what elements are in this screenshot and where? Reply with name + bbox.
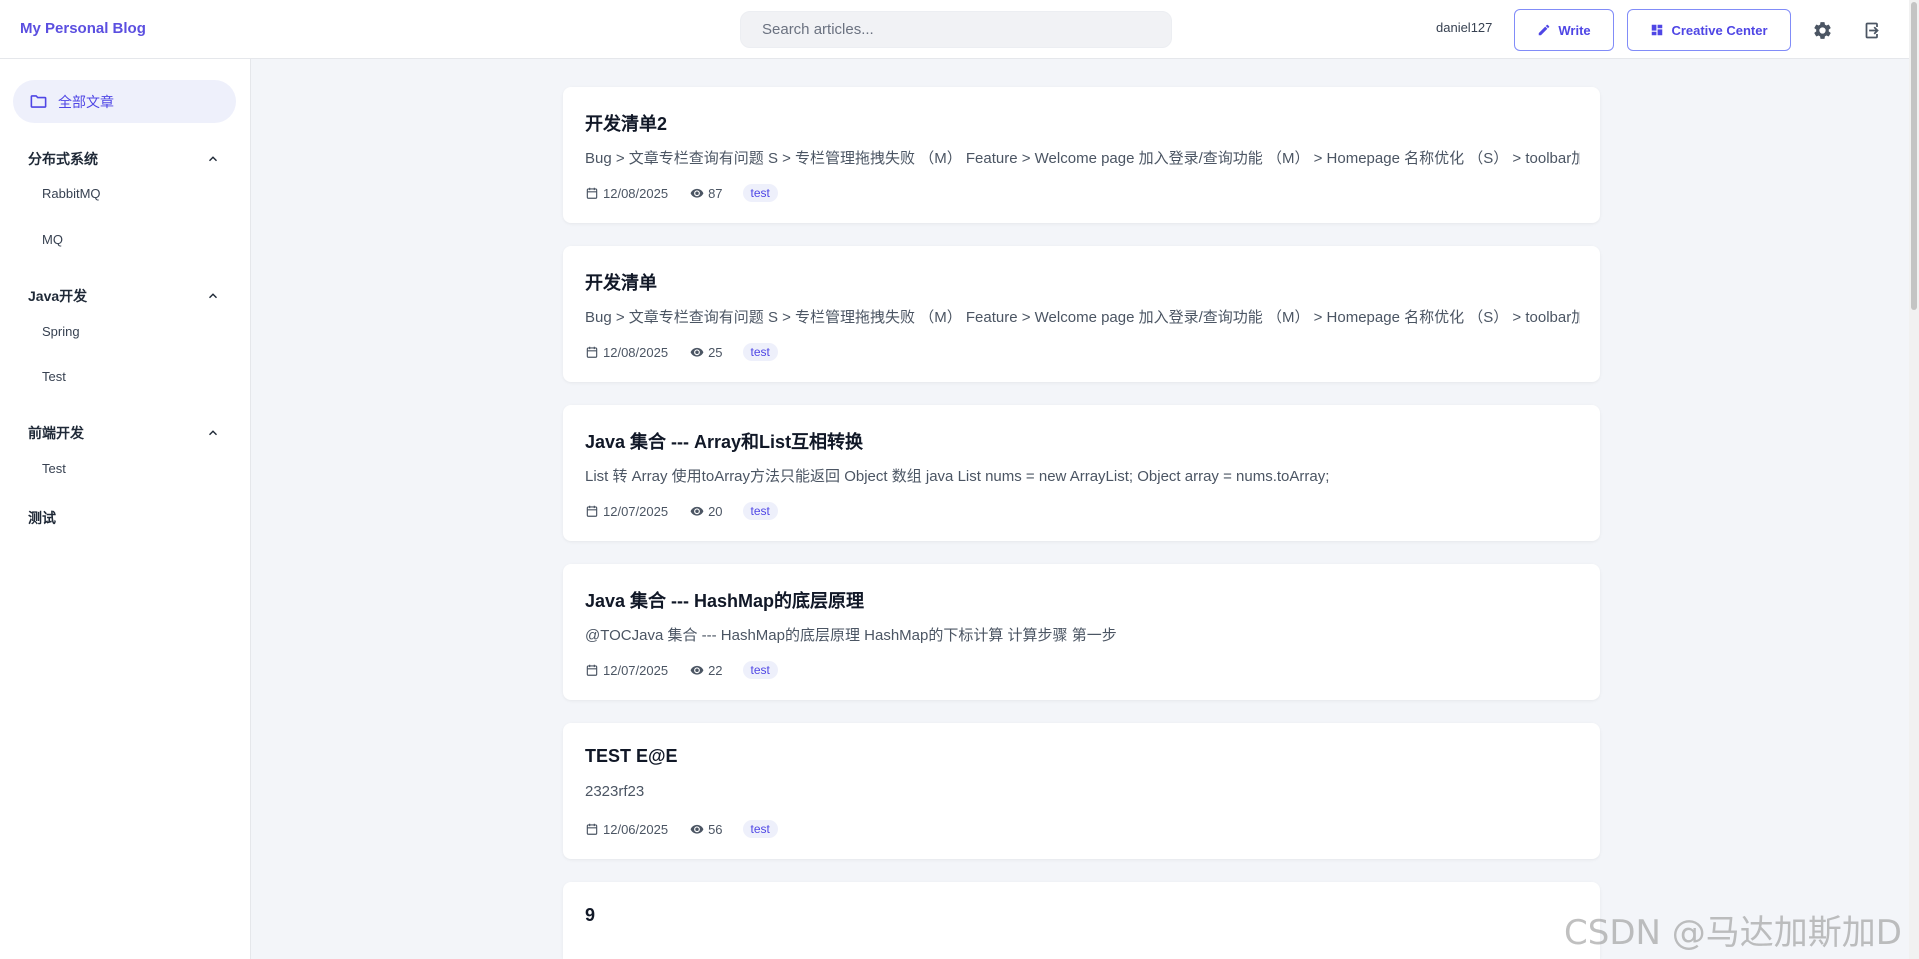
- article-tag[interactable]: test: [742, 343, 778, 361]
- article-views: 22: [690, 662, 723, 678]
- sidebar-item-ceshi[interactable]: 测试: [28, 508, 56, 528]
- eye-icon: [690, 824, 704, 834]
- calendar-icon: [586, 346, 598, 358]
- article-card[interactable]: TEST E@E 2323rf23 12/06/2025 56 test: [563, 723, 1600, 859]
- article-card[interactable]: Java 集合 --- HashMap的底层原理 @TOCJava 集合 ---…: [563, 564, 1600, 700]
- calendar-icon: [586, 187, 598, 199]
- creative-center-button[interactable]: Creative Center: [1627, 9, 1791, 51]
- dashboard-icon: [1652, 24, 1663, 36]
- calendar-icon: [586, 505, 598, 517]
- article-summary: 2323rf23: [585, 783, 645, 800]
- article-views-count: 25: [708, 344, 723, 360]
- article-date-text: 12/08/2025: [603, 185, 669, 201]
- top-header: My Personal Blog daniel127 Write Creativ…: [0, 0, 1909, 59]
- article-meta: 12/08/2025 25 test: [585, 342, 778, 362]
- article-tag[interactable]: test: [742, 820, 778, 838]
- article-views-count: 87: [708, 185, 723, 201]
- write-label: Write: [1558, 22, 1591, 38]
- article-card[interactable]: 开发清单 Bug > 文章专栏查询有问题 S > 专栏管理拖拽失败 （M） Fe…: [563, 246, 1600, 382]
- sidebar-category-frontend[interactable]: 前端开发: [28, 422, 220, 444]
- calendar-icon: [586, 823, 598, 835]
- gear-icon: [1813, 21, 1831, 39]
- article-title[interactable]: Java 集合 --- Array和List互相转换: [585, 428, 863, 454]
- chevron-up-icon: [209, 293, 217, 299]
- article-title[interactable]: TEST E@E: [585, 746, 678, 767]
- article-date-text: 12/08/2025: [603, 344, 669, 360]
- sidebar-category-label: Java开发: [28, 288, 88, 304]
- article-date: 12/08/2025: [585, 186, 668, 201]
- article-summary: @TOCJava 集合 --- HashMap的底层原理 HashMap的下标计…: [585, 627, 1117, 644]
- sidebar-item-test[interactable]: Test: [42, 369, 66, 384]
- article-date-text: 12/06/2025: [603, 821, 669, 837]
- watermark: CSDN @马达加斯加D: [1564, 913, 1902, 953]
- logout-button[interactable]: [1861, 18, 1885, 42]
- scrollbar-thumb[interactable]: [1911, 2, 1917, 310]
- eye-icon: [690, 506, 704, 516]
- article-meta: 12/06/2025 56 test: [585, 819, 778, 839]
- eye-icon: [690, 188, 704, 198]
- article-meta: 12/08/2025 87 test: [585, 183, 778, 203]
- article-card[interactable]: 9: [563, 882, 1600, 959]
- pencil-icon: [1539, 24, 1550, 36]
- sidebar: 全部文章 分布式系统 RabbitMQ MQ Java开发 Spring Tes…: [0, 59, 251, 959]
- article-views: 56: [690, 821, 723, 837]
- article-title[interactable]: Java 集合 --- HashMap的底层原理: [585, 587, 864, 613]
- article-views-count: 56: [708, 821, 723, 837]
- sidebar-item-all-articles[interactable]: 全部文章: [13, 80, 236, 123]
- article-views-count: 22: [708, 662, 723, 678]
- chevron-up-icon: [209, 430, 217, 436]
- article-title[interactable]: 开发清单: [585, 269, 657, 295]
- folder-icon: [30, 95, 47, 108]
- chevron-up-icon: [209, 156, 217, 162]
- article-date: 12/07/2025: [585, 504, 668, 519]
- sidebar-category-label: 前端开发: [28, 425, 84, 441]
- article-summary: List 转 Array 使用toArray方法只能返回 Object 数组 j…: [585, 468, 1330, 485]
- article-views: 20: [690, 503, 723, 519]
- article-views: 25: [690, 344, 723, 360]
- article-card[interactable]: Java 集合 --- Array和List互相转换 List 转 Array …: [563, 405, 1600, 541]
- eye-icon: [690, 665, 704, 675]
- sidebar-item-rabbitmq[interactable]: RabbitMQ: [42, 186, 101, 201]
- article-tag[interactable]: test: [742, 661, 778, 679]
- sidebar-item-label: 全部文章: [58, 93, 114, 110]
- article-title[interactable]: 开发清单2: [585, 110, 667, 136]
- search-input[interactable]: [740, 11, 1172, 48]
- eye-icon: [690, 347, 704, 357]
- settings-button[interactable]: [1810, 18, 1834, 42]
- write-button[interactable]: Write: [1514, 9, 1614, 51]
- logout-icon: [1865, 22, 1879, 38]
- calendar-icon: [586, 664, 598, 676]
- article-tag[interactable]: test: [742, 184, 778, 202]
- article-card[interactable]: 开发清单2 Bug > 文章专栏查询有问题 S > 专栏管理拖拽失败 （M） F…: [563, 87, 1600, 223]
- article-summary: Bug > 文章专栏查询有问题 S > 专栏管理拖拽失败 （M） Feature…: [585, 150, 1580, 167]
- sidebar-item-mq[interactable]: MQ: [42, 232, 63, 247]
- article-date: 12/06/2025: [585, 822, 668, 837]
- username: daniel127: [1436, 20, 1493, 35]
- article-summary: Bug > 文章专栏查询有问题 S > 专栏管理拖拽失败 （M） Feature…: [585, 309, 1580, 326]
- sidebar-category-distributed[interactable]: 分布式系统: [28, 148, 220, 170]
- article-views-count: 20: [708, 503, 723, 519]
- blog-brand[interactable]: My Personal Blog: [20, 20, 146, 37]
- article-meta: 12/07/2025 20 test: [585, 501, 778, 521]
- article-date: 12/08/2025: [585, 345, 668, 360]
- article-title[interactable]: 9: [585, 905, 595, 926]
- sidebar-category-label: 分布式系统: [28, 151, 98, 167]
- article-date-text: 12/07/2025: [603, 503, 669, 519]
- sidebar-item-spring[interactable]: Spring: [42, 324, 80, 339]
- page-scrollbar[interactable]: [1909, 0, 1919, 959]
- article-date-text: 12/07/2025: [603, 662, 669, 678]
- article-meta: 12/07/2025 22 test: [585, 660, 778, 680]
- article-date: 12/07/2025: [585, 663, 668, 678]
- creative-center-label: Creative Center: [1671, 22, 1768, 38]
- sidebar-category-java[interactable]: Java开发: [28, 285, 220, 307]
- article-tag[interactable]: test: [742, 502, 778, 520]
- sidebar-item-test[interactable]: Test: [42, 461, 66, 476]
- article-views: 87: [690, 185, 723, 201]
